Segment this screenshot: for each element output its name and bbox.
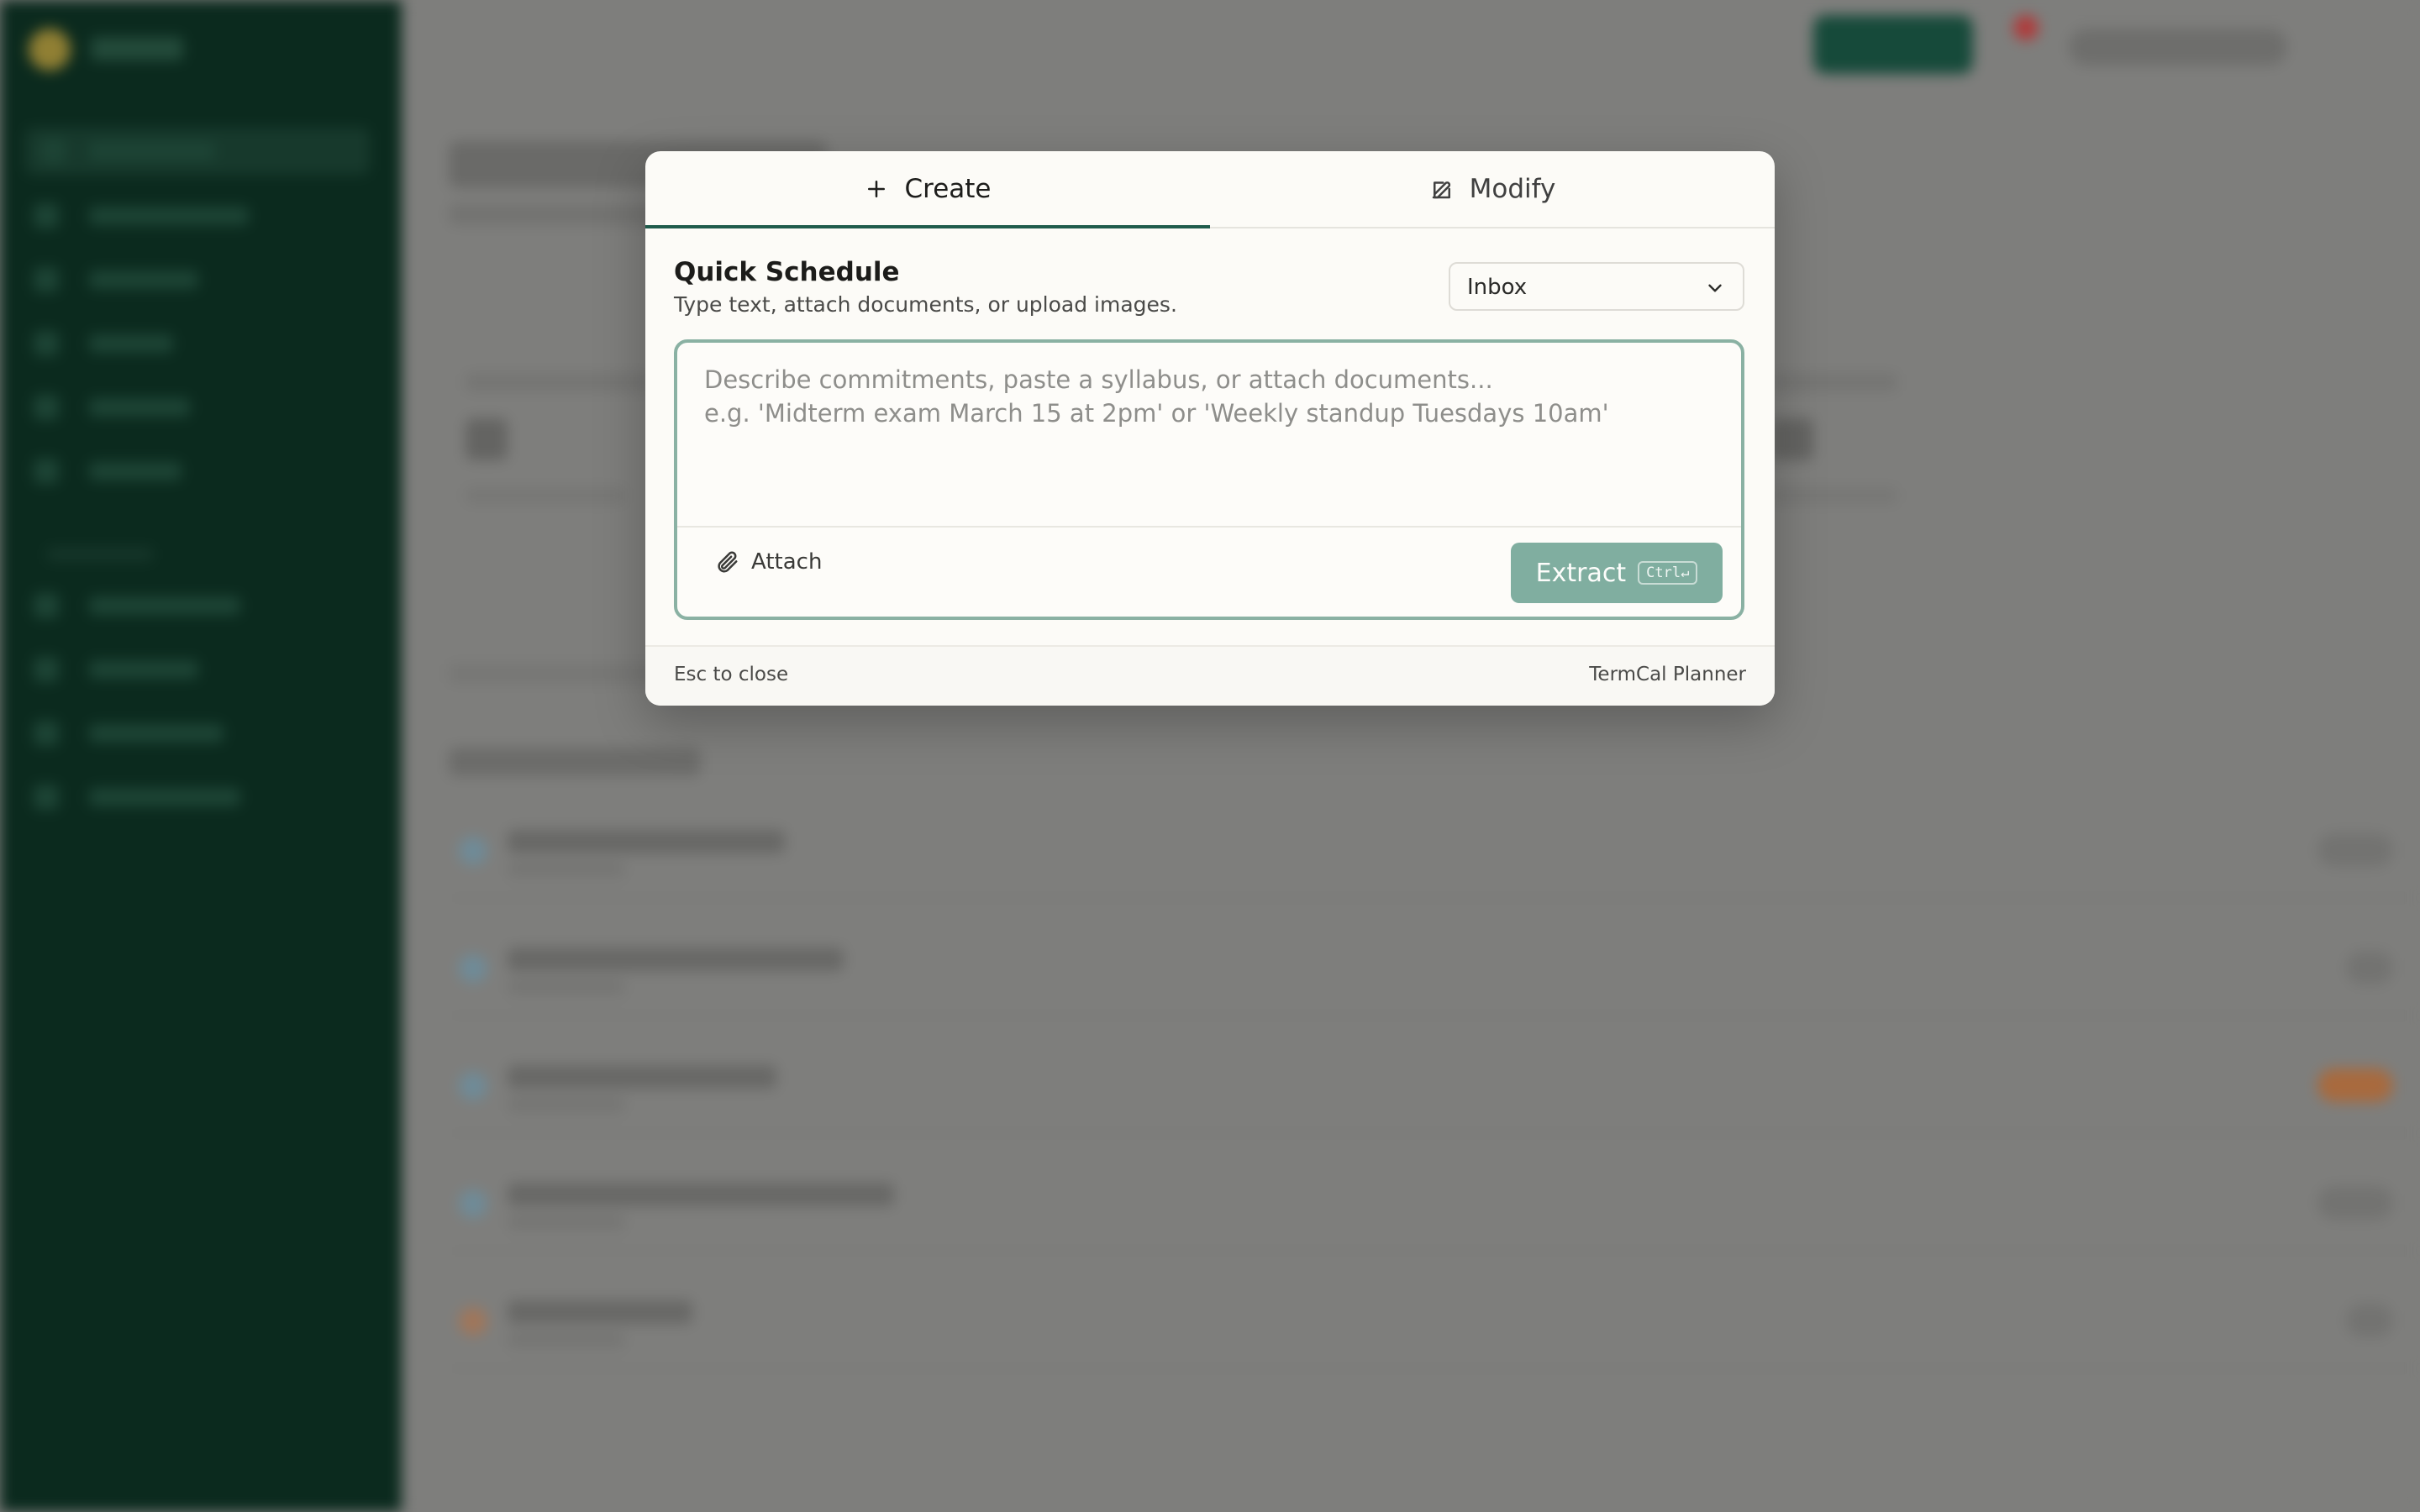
plus-icon — [868, 181, 886, 197]
sidebar-icon — [40, 139, 66, 164]
sidebar-icon — [34, 785, 59, 810]
tab-create[interactable]: Create — [645, 151, 1210, 228]
list-item[interactable] — [449, 1159, 2420, 1252]
tab-modify-label: Modify — [1469, 174, 1556, 204]
attach-button[interactable]: Attach — [714, 549, 822, 575]
section-caption — [449, 664, 667, 684]
list-item[interactable] — [449, 1277, 2420, 1369]
keyboard-shortcut-badge: Ctrl↵ — [1638, 561, 1698, 585]
dialog-title: Quick Schedule — [674, 257, 900, 287]
schedule-input[interactable]: Describe commitments, paste a syllabus, … — [704, 363, 1609, 430]
sidebar-icon — [34, 267, 59, 292]
close-hint: Esc to close — [674, 664, 789, 685]
dialog-subtitle: Type text, attach documents, or upload i… — [674, 292, 1177, 317]
destination-select[interactable]: Inbox — [1449, 262, 1744, 311]
sidebar-icon — [34, 395, 59, 420]
attach-label: Attach — [751, 549, 823, 575]
chevron-down-icon — [1708, 284, 1722, 292]
stat-card — [1771, 361, 2023, 512]
tab-create-label: Create — [904, 174, 992, 204]
sidebar-item[interactable] — [25, 128, 370, 175]
brand-label: TermCal Planner — [1589, 664, 1746, 685]
sidebar-icon — [34, 657, 59, 682]
app-logo — [29, 29, 71, 71]
sidebar — [0, 0, 402, 1512]
divider — [677, 526, 1741, 528]
edit-icon — [1432, 181, 1450, 199]
paperclip-icon — [718, 551, 738, 573]
list-item[interactable] — [449, 806, 2420, 899]
list-item[interactable] — [449, 924, 2420, 1016]
dialog-footer: Esc to close TermCal Planner — [645, 645, 1775, 706]
sidebar-icon — [34, 459, 59, 484]
destination-select-value: Inbox — [1467, 275, 1528, 300]
notification-badge — [2013, 15, 2039, 40]
tab-bar: Create Modify — [645, 151, 1775, 228]
app-name-placeholder — [91, 37, 183, 60]
primary-action-button[interactable] — [1813, 15, 1973, 74]
sidebar-section-label — [47, 548, 153, 561]
section-title — [449, 748, 701, 776]
user-menu[interactable] — [2069, 29, 2287, 66]
sidebar-icon — [34, 331, 59, 356]
sidebar-icon — [34, 593, 59, 618]
extract-label: Extract — [1535, 558, 1627, 588]
tab-modify[interactable]: Modify — [1210, 151, 1775, 227]
extract-button[interactable]: Extract Ctrl↵ — [1511, 543, 1723, 603]
list-item[interactable] — [449, 1042, 2420, 1134]
sidebar-icon — [34, 721, 59, 746]
quick-schedule-dialog: Create Modify Quick Schedule Type text, … — [645, 151, 1775, 706]
sidebar-icon — [34, 203, 59, 228]
schedule-input-box: Describe commitments, paste a syllabus, … — [674, 339, 1744, 620]
